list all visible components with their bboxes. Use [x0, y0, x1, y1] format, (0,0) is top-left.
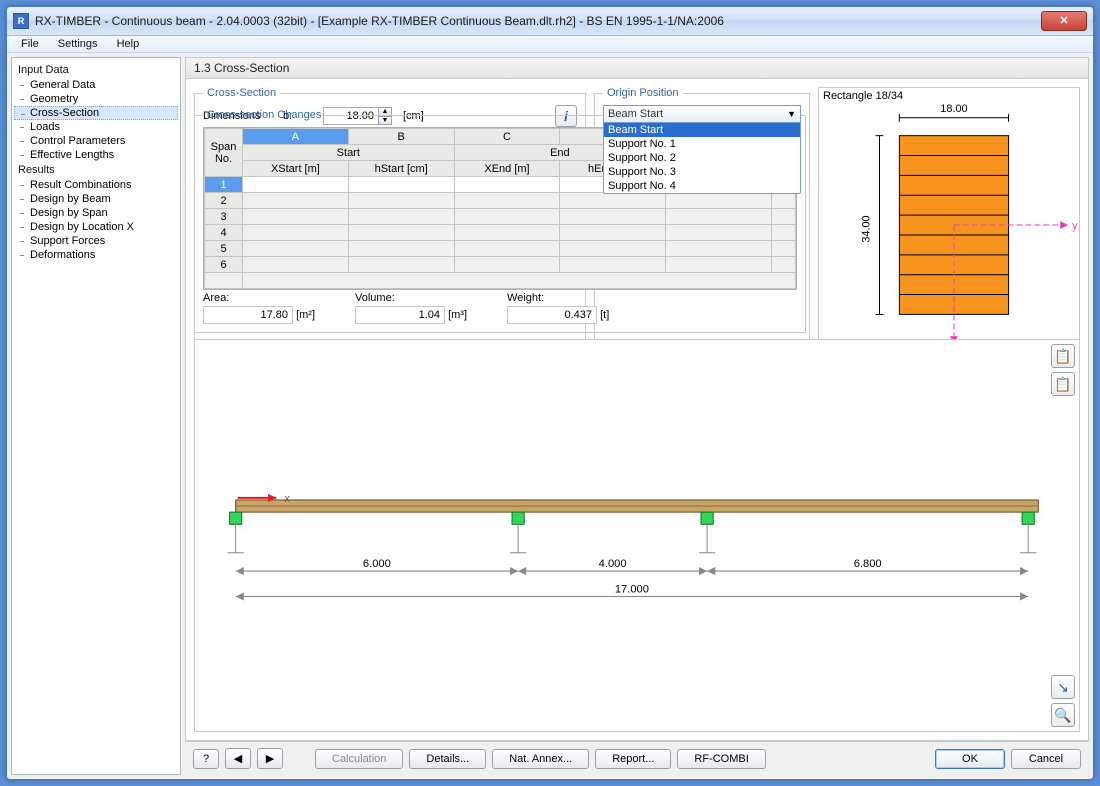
- details-button[interactable]: Details...: [409, 749, 486, 769]
- volume-value: 1.04: [355, 306, 445, 324]
- menu-file[interactable]: File: [13, 36, 47, 52]
- origin-option-support-3[interactable]: Support No. 3: [604, 165, 800, 179]
- nav-item-design-by-location-x[interactable]: Design by Location X: [14, 220, 178, 234]
- svg-text:18.00: 18.00: [940, 103, 967, 115]
- nav-item-cross-section[interactable]: Cross-Section: [14, 106, 178, 120]
- chevron-down-icon: ▼: [787, 109, 796, 119]
- nav-item-design-by-beam[interactable]: Design by Beam: [14, 192, 178, 206]
- help-button[interactable]: ?: [193, 749, 219, 769]
- report-button[interactable]: Report...: [595, 749, 671, 769]
- row-2[interactable]: 2: [205, 193, 243, 209]
- svg-text:4.000: 4.000: [599, 558, 627, 570]
- menu-help[interactable]: Help: [109, 36, 148, 52]
- row-6[interactable]: 6: [205, 257, 243, 273]
- calculation-button[interactable]: Calculation: [315, 749, 403, 769]
- beam-tool-1[interactable]: 📋: [1051, 344, 1075, 368]
- col-hstart: hStart [cm]: [348, 161, 454, 177]
- window-title: RX-TIMBER - Continuous beam - 2.04.0003 …: [35, 14, 1041, 28]
- menubar: File Settings Help: [7, 36, 1093, 53]
- ok-button[interactable]: OK: [935, 749, 1005, 769]
- nat-annex-button[interactable]: Nat. Annex...: [492, 749, 589, 769]
- nav-item-design-by-span[interactable]: Design by Span: [14, 206, 178, 220]
- menu-settings[interactable]: Settings: [50, 36, 106, 52]
- nav-item-control-parameters[interactable]: Control Parameters: [14, 134, 178, 148]
- nav-item-deformations[interactable]: Deformations: [14, 248, 178, 262]
- svg-text:17.000: 17.000: [615, 583, 649, 595]
- row-4[interactable]: 4: [205, 225, 243, 241]
- origin-legend: Origin Position: [603, 87, 683, 99]
- nav-item-effective-lengths[interactable]: Effective Lengths: [14, 148, 178, 162]
- svg-text:6.800: 6.800: [854, 558, 882, 570]
- footer: ? ◀ ▶ Calculation Details... Nat. Annex.…: [185, 741, 1089, 775]
- col-b[interactable]: B: [348, 129, 454, 145]
- origin-dropdown[interactable]: Beam Start ▼ Beam Start Support No. 1 Su…: [603, 105, 801, 123]
- col-xend: XEnd [m]: [454, 161, 560, 177]
- beam-zoom[interactable]: 🔍: [1051, 703, 1075, 727]
- row-5[interactable]: 5: [205, 241, 243, 257]
- origin-option-support-1[interactable]: Support No. 1: [604, 137, 800, 151]
- summary: Area:17.80 [m²] Volume:1.04 [m³] Weight:…: [203, 292, 797, 324]
- row-3[interactable]: 3: [205, 209, 243, 225]
- area-label: Area:: [203, 292, 315, 304]
- beam-view[interactable]: 📋 📋 ↘ 🔍 x 6.000: [194, 339, 1080, 732]
- rf-combi-button[interactable]: RF-COMBI: [677, 749, 765, 769]
- col-xstart: XStart [m]: [243, 161, 349, 177]
- panel-title: 1.3 Cross-Section: [185, 57, 1089, 79]
- svg-text:34.00: 34.00: [861, 215, 873, 242]
- area-value: 17.80: [203, 306, 293, 324]
- svg-text:6.000: 6.000: [363, 558, 391, 570]
- weight-value: 0.437: [507, 306, 597, 324]
- beam-tool-3[interactable]: ↘: [1051, 675, 1075, 699]
- origin-option-support-4[interactable]: Support No. 4: [604, 179, 800, 193]
- app-window: R RX-TIMBER - Continuous beam - 2.04.000…: [6, 6, 1094, 780]
- col-span-no[interactable]: Span No.: [205, 129, 243, 177]
- col-start: Start: [243, 145, 455, 161]
- nav-item-result-combinations[interactable]: Result Combinations: [14, 178, 178, 192]
- prev-button[interactable]: ◀: [225, 748, 251, 769]
- beam-tool-2[interactable]: 📋: [1051, 372, 1075, 396]
- nav-header-results: Results: [14, 162, 178, 178]
- volume-label: Volume:: [355, 292, 467, 304]
- nav-item-geometry[interactable]: Geometry: [14, 92, 178, 106]
- nav-item-loads[interactable]: Loads: [14, 120, 178, 134]
- nav-tree: Input Data General Data Geometry Cross-S…: [11, 57, 181, 775]
- section-preview: Rectangle 18/34 [cm] 18.00 34.00 y z: [818, 87, 1080, 375]
- app-icon: R: [13, 13, 29, 29]
- preview-title: Rectangle 18/34: [823, 90, 903, 102]
- origin-selected: Beam Start: [608, 108, 663, 120]
- origin-option-beam-start[interactable]: Beam Start: [604, 123, 800, 137]
- nav-item-general-data[interactable]: General Data: [14, 78, 178, 92]
- row-1[interactable]: 1: [205, 177, 243, 193]
- svg-text:y: y: [1072, 220, 1078, 232]
- origin-option-support-2[interactable]: Support No. 2: [604, 151, 800, 165]
- cancel-button[interactable]: Cancel: [1011, 749, 1081, 769]
- col-a[interactable]: A: [243, 129, 349, 145]
- cross-section-legend: Cross-Section: [203, 87, 280, 99]
- svg-text:x: x: [284, 493, 290, 505]
- col-c[interactable]: C: [454, 129, 560, 145]
- nav-item-support-forces[interactable]: Support Forces: [14, 234, 178, 248]
- nav-header-input: Input Data: [14, 62, 178, 78]
- changes-legend: Cross-section Changes: [203, 109, 325, 121]
- origin-dropdown-list: Beam Start Support No. 1 Support No. 2 S…: [603, 122, 801, 194]
- weight-label: Weight:: [507, 292, 609, 304]
- close-button[interactable]: ✕: [1041, 11, 1087, 31]
- next-button[interactable]: ▶: [257, 748, 283, 769]
- titlebar: R RX-TIMBER - Continuous beam - 2.04.000…: [7, 7, 1093, 36]
